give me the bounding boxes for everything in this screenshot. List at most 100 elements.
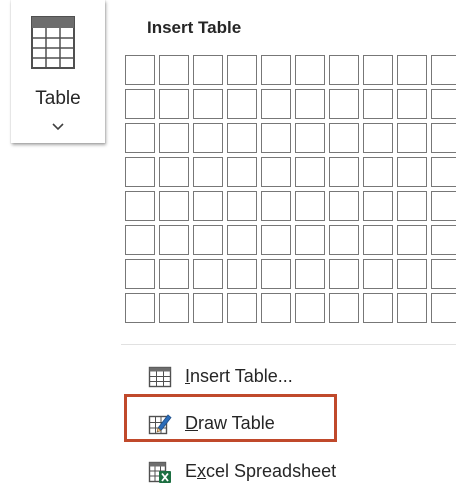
insert-table-icon bbox=[148, 366, 172, 388]
grid-cell[interactable] bbox=[397, 123, 427, 153]
table-ribbon-button[interactable]: Table bbox=[11, 0, 105, 143]
grid-cell[interactable] bbox=[261, 259, 291, 289]
grid-cell[interactable] bbox=[125, 225, 155, 255]
grid-cell[interactable] bbox=[227, 293, 257, 323]
grid-cell[interactable] bbox=[125, 191, 155, 221]
grid-cell[interactable] bbox=[295, 123, 325, 153]
insert-table-dropdown: Insert Table Insert Table... Draw Table … bbox=[121, 0, 456, 496]
grid-cell[interactable] bbox=[227, 55, 257, 85]
grid-cell[interactable] bbox=[193, 225, 223, 255]
grid-cell[interactable] bbox=[431, 123, 456, 153]
table-dropdown-screen: Table Insert Table Insert Table... Draw … bbox=[0, 0, 456, 496]
menu-separator bbox=[121, 344, 456, 345]
grid-cell[interactable] bbox=[363, 191, 393, 221]
grid-cell[interactable] bbox=[329, 225, 359, 255]
grid-cell[interactable] bbox=[329, 89, 359, 119]
grid-cell[interactable] bbox=[329, 157, 359, 187]
grid-cell[interactable] bbox=[295, 55, 325, 85]
grid-cell[interactable] bbox=[363, 259, 393, 289]
grid-cell[interactable] bbox=[159, 259, 189, 289]
grid-cell[interactable] bbox=[329, 259, 359, 289]
grid-cell[interactable] bbox=[363, 123, 393, 153]
grid-cell[interactable] bbox=[227, 225, 257, 255]
grid-cell[interactable] bbox=[125, 259, 155, 289]
menu-item-excel-spreadsheet[interactable]: Excel Spreadsheet bbox=[121, 448, 456, 496]
grid-cell[interactable] bbox=[261, 157, 291, 187]
menu-item-draw-table[interactable]: Draw Table bbox=[121, 400, 456, 448]
grid-cell[interactable] bbox=[397, 225, 427, 255]
grid-cell[interactable] bbox=[397, 89, 427, 119]
grid-cell[interactable] bbox=[431, 259, 456, 289]
grid-cell[interactable] bbox=[193, 55, 223, 85]
excel-spreadsheet-icon bbox=[148, 461, 171, 483]
grid-cell[interactable] bbox=[431, 157, 456, 187]
menu-item-label: Insert Table... bbox=[185, 366, 293, 386]
draw-table-pencil-icon bbox=[148, 414, 172, 435]
grid-cell[interactable] bbox=[159, 123, 189, 153]
mnemonic-underline: D bbox=[185, 413, 198, 433]
grid-cell[interactable] bbox=[193, 123, 223, 153]
grid-cell[interactable] bbox=[397, 259, 427, 289]
grid-cell[interactable] bbox=[261, 123, 291, 153]
grid-cell[interactable] bbox=[193, 157, 223, 187]
grid-cell[interactable] bbox=[431, 293, 456, 323]
grid-cell[interactable] bbox=[363, 89, 393, 119]
grid-cell[interactable] bbox=[125, 123, 155, 153]
grid-cell[interactable] bbox=[227, 89, 257, 119]
grid-cell[interactable] bbox=[125, 89, 155, 119]
grid-cell[interactable] bbox=[329, 123, 359, 153]
grid-cell[interactable] bbox=[431, 191, 456, 221]
grid-cell[interactable] bbox=[431, 89, 456, 119]
grid-cell[interactable] bbox=[125, 157, 155, 187]
grid-cell[interactable] bbox=[261, 293, 291, 323]
grid-cell[interactable] bbox=[261, 191, 291, 221]
grid-cell[interactable] bbox=[125, 293, 155, 323]
grid-cells bbox=[125, 55, 456, 323]
grid-cell[interactable] bbox=[431, 55, 456, 85]
grid-cell[interactable] bbox=[193, 259, 223, 289]
grid-cell[interactable] bbox=[295, 89, 325, 119]
grid-cell[interactable] bbox=[295, 191, 325, 221]
grid-cell[interactable] bbox=[329, 55, 359, 85]
grid-cell[interactable] bbox=[295, 259, 325, 289]
grid-cell[interactable] bbox=[363, 157, 393, 187]
grid-cell[interactable] bbox=[397, 157, 427, 187]
grid-cell[interactable] bbox=[397, 55, 427, 85]
grid-cell[interactable] bbox=[159, 55, 189, 85]
table-size-grid[interactable] bbox=[125, 55, 456, 325]
grid-cell[interactable] bbox=[159, 225, 189, 255]
grid-cell[interactable] bbox=[431, 225, 456, 255]
grid-cell[interactable] bbox=[227, 259, 257, 289]
grid-cell[interactable] bbox=[363, 55, 393, 85]
grid-cell[interactable] bbox=[295, 293, 325, 323]
grid-cell[interactable] bbox=[261, 225, 291, 255]
grid-cell[interactable] bbox=[125, 55, 155, 85]
grid-cell[interactable] bbox=[363, 293, 393, 323]
grid-cell[interactable] bbox=[159, 89, 189, 119]
grid-cell[interactable] bbox=[193, 89, 223, 119]
grid-cell[interactable] bbox=[397, 191, 427, 221]
grid-cell[interactable] bbox=[159, 293, 189, 323]
grid-cell[interactable] bbox=[193, 293, 223, 323]
table-grid-icon bbox=[31, 16, 75, 69]
grid-cell[interactable] bbox=[227, 123, 257, 153]
grid-cell[interactable] bbox=[261, 55, 291, 85]
grid-cell[interactable] bbox=[159, 157, 189, 187]
grid-cell[interactable] bbox=[261, 89, 291, 119]
grid-cell[interactable] bbox=[295, 225, 325, 255]
grid-cell[interactable] bbox=[159, 191, 189, 221]
grid-cell[interactable] bbox=[295, 157, 325, 187]
grid-cell[interactable] bbox=[397, 293, 427, 323]
table-button-label: Table bbox=[35, 88, 81, 109]
menu-item-insert-table[interactable]: Insert Table... bbox=[121, 353, 456, 401]
mnemonic-underline: x bbox=[197, 461, 207, 481]
grid-cell[interactable] bbox=[193, 191, 223, 221]
grid-cell[interactable] bbox=[227, 157, 257, 187]
menu-item-label: Excel Spreadsheet bbox=[185, 461, 337, 481]
menu-item-label: Draw Table bbox=[185, 413, 275, 433]
chevron-down-icon bbox=[52, 123, 64, 131]
grid-cell[interactable] bbox=[329, 293, 359, 323]
grid-cell[interactable] bbox=[329, 191, 359, 221]
grid-cell[interactable] bbox=[227, 191, 257, 221]
grid-cell[interactable] bbox=[363, 225, 393, 255]
